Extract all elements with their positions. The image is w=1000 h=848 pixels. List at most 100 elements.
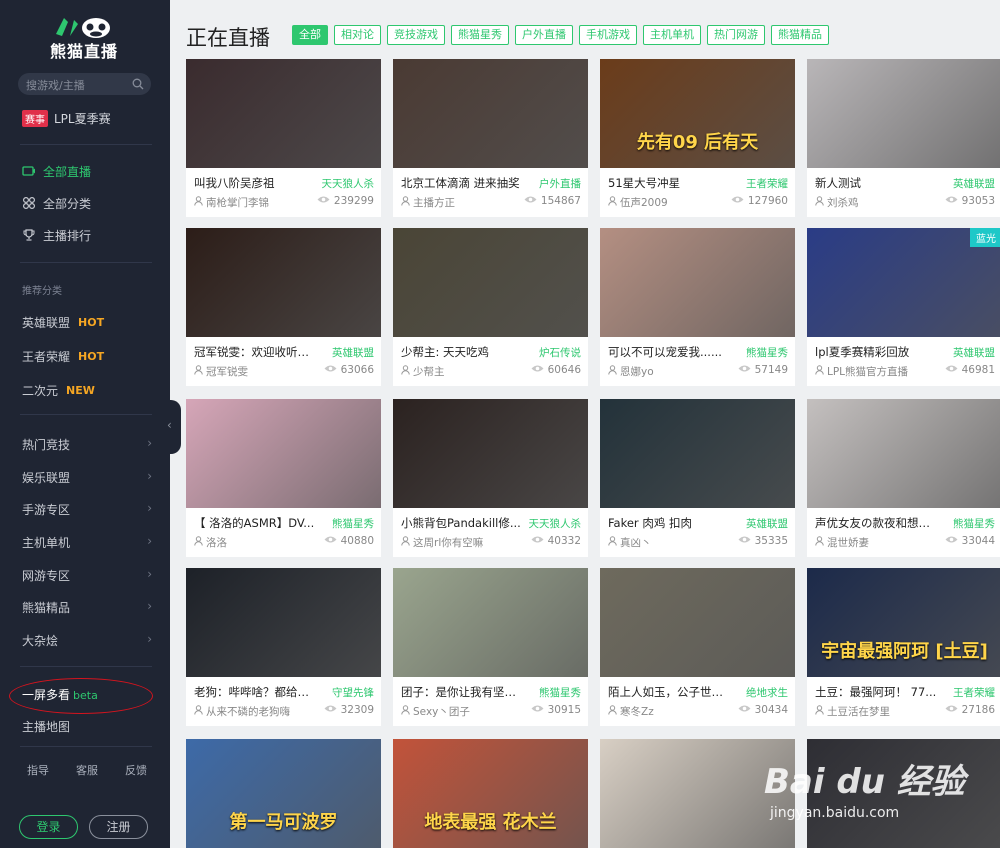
stream-card[interactable]: 宇宙最强阿珂 [土豆] 土豆：最强阿珂！ 77... 王者荣耀 土豆活在梦里 27186 <box>807 568 1000 726</box>
sidebar-collapse-toggle[interactable]: ‹ <box>163 400 181 454</box>
stream-category[interactable]: 绝地求生 <box>746 685 788 700</box>
stream-thumbnail[interactable] <box>600 399 795 508</box>
stream-card[interactable]: Faker 肉鸡 扣肉 英雄联盟 真凶丶 35335 <box>600 399 795 557</box>
stream-category[interactable]: 熊猫星秀 <box>746 345 788 360</box>
filter-tab[interactable]: 热门网游 <box>707 25 765 45</box>
category-item[interactable]: 娱乐联盟 › <box>22 469 152 487</box>
stream-title[interactable]: Faker 肉鸡 扣肉 <box>608 515 733 531</box>
search-icon[interactable] <box>132 78 144 90</box>
stream-category[interactable]: 户外直播 <box>539 176 581 191</box>
stream-card[interactable]: 叫我八阶吴彦祖 天天狼人杀 南枪掌门李锦 239299 <box>186 59 381 217</box>
stream-title[interactable]: 北京工体滴滴 进来抽奖 <box>401 175 526 191</box>
stream-card[interactable]: 先有09 后有天 51星大号冲星 王者荣耀 伍声2009 127960 <box>600 59 795 217</box>
stream-thumbnail[interactable] <box>186 228 381 337</box>
stream-thumbnail[interactable] <box>393 399 588 508</box>
stream-category[interactable]: 王者荣耀 <box>746 176 788 191</box>
stream-category[interactable]: 英雄联盟 <box>953 176 995 191</box>
stream-thumbnail[interactable]: 第一马可波罗 <box>186 739 381 848</box>
stream-title[interactable]: 【 洛洛的ASMR】DV... <box>194 515 319 531</box>
feedback-link[interactable]: 反馈 <box>125 762 147 778</box>
stream-title[interactable]: 少帮主: 天天吃鸡 <box>401 344 526 360</box>
nav-all-categories[interactable]: 全部分类 <box>22 193 91 213</box>
filter-tab[interactable]: 熊猫精品 <box>771 25 829 45</box>
stream-card[interactable]: 小熊背包Pandakill修... 天天狼人杀 这周rl你有空嘛 40332 <box>393 399 588 557</box>
stream-thumbnail[interactable] <box>393 568 588 677</box>
stream-thumbnail[interactable]: 蓝光 <box>807 228 1000 337</box>
category-item[interactable]: 手游专区 › <box>22 501 152 519</box>
stream-card[interactable]: 【 洛洛的ASMR】DV... 熊猫星秀 洛洛 40880 <box>186 399 381 557</box>
stream-title[interactable]: 51星大号冲星 <box>608 175 733 191</box>
stream-title[interactable]: 可以不可以宠爱我...... <box>608 344 733 360</box>
stream-title[interactable]: 新人测试 <box>815 175 940 191</box>
guide-link[interactable]: 指导 <box>27 762 49 778</box>
filter-tab[interactable]: 全部 <box>292 25 328 45</box>
stream-title[interactable]: 老狗：哔哔啥？都给我... <box>194 684 319 700</box>
category-item[interactable]: 熊猫精品 › <box>22 599 152 617</box>
rec-item-kog[interactable]: 王者荣耀 HOT <box>22 347 104 365</box>
stream-card[interactable]: 冠军锐雯：欢迎收听你... 英雄联盟 冠军锐雯 63066 <box>186 228 381 386</box>
stream-category[interactable]: 熊猫星秀 <box>953 516 995 531</box>
stream-thumbnail[interactable]: 先有09 后有天 <box>600 59 795 168</box>
stream-thumbnail[interactable]: 地表最强 花木兰 <box>393 739 588 848</box>
stream-thumbnail[interactable] <box>807 59 1000 168</box>
filter-tab[interactable]: 竞技游戏 <box>387 25 445 45</box>
stream-thumbnail[interactable] <box>186 399 381 508</box>
stream-card[interactable]: 陌上人如玉，公子世无... 绝地求生 寒冬Zz 30434 <box>600 568 795 726</box>
stream-category[interactable]: 天天狼人杀 <box>322 176 375 191</box>
stream-thumbnail[interactable] <box>393 59 588 168</box>
register-button[interactable]: 注册 <box>89 815 148 839</box>
stream-card[interactable]: 老狗：哔哔啥？都给我... 守望先锋 从来不磷的老狗嗨 32309 <box>186 568 381 726</box>
stream-category[interactable]: 英雄联盟 <box>746 516 788 531</box>
host-map-link[interactable]: 主播地图 <box>22 718 70 735</box>
stream-title[interactable]: 陌上人如玉，公子世无... <box>608 684 733 700</box>
stream-card[interactable]: 团子：是你让我有坚持... 熊猫星秀 Sexy丶团子 30915 <box>393 568 588 726</box>
stream-card[interactable]: 北京工体滴滴 进来抽奖 户外直播 主播方正 154867 <box>393 59 588 217</box>
stream-card[interactable]: 可以不可以宠爱我...... 熊猫星秀 恩娜yo 57149 <box>600 228 795 386</box>
stream-category[interactable]: 王者荣耀 <box>953 685 995 700</box>
rec-item-lol[interactable]: 英雄联盟 HOT <box>22 313 104 331</box>
category-item[interactable]: 主机单机 › <box>22 534 152 552</box>
filter-tab[interactable]: 户外直播 <box>515 25 573 45</box>
stream-category[interactable]: 守望先锋 <box>332 685 374 700</box>
filter-tab[interactable]: 主机单机 <box>643 25 701 45</box>
stream-title[interactable]: 团子：是你让我有坚持... <box>401 684 526 700</box>
stream-category[interactable]: 熊猫星秀 <box>539 685 581 700</box>
stream-title[interactable]: 土豆：最强阿珂！ 77... <box>815 684 940 700</box>
stream-card[interactable]: 蓝光 lpl夏季赛精彩回放 英雄联盟 LPL熊猫官方直播 46981 <box>807 228 1000 386</box>
category-item[interactable]: 大杂烩 › <box>22 632 152 650</box>
category-item[interactable]: 网游专区 › <box>22 567 152 585</box>
filter-tab[interactable]: 熊猫星秀 <box>451 25 509 45</box>
stream-thumbnail[interactable] <box>807 399 1000 508</box>
match-link[interactable]: 赛事 LPL夏季赛 <box>22 109 111 127</box>
stream-thumbnail[interactable] <box>600 568 795 677</box>
filter-tab[interactable]: 手机游戏 <box>579 25 637 45</box>
login-button[interactable]: 登录 <box>19 815 78 839</box>
category-item[interactable]: 热门竞技 › <box>22 436 152 454</box>
filter-tab[interactable]: 相对论 <box>334 25 381 45</box>
stream-category[interactable]: 炉石传说 <box>539 345 581 360</box>
logo[interactable]: 熊猫直播 <box>50 14 120 61</box>
stream-title[interactable]: 声优女友の款夜和想你... <box>815 515 940 531</box>
stream-thumbnail[interactable]: 宇宙最强阿珂 [土豆] <box>807 568 1000 677</box>
stream-title[interactable]: 冠军锐雯：欢迎收听你... <box>194 344 319 360</box>
stream-category[interactable]: 天天狼人杀 <box>529 516 582 531</box>
stream-thumbnail[interactable] <box>393 228 588 337</box>
stream-category[interactable]: 英雄联盟 <box>953 345 995 360</box>
search-input[interactable]: 搜游戏/主播 <box>18 73 151 95</box>
stream-title[interactable]: lpl夏季赛精彩回放 <box>815 344 940 360</box>
stream-thumbnail[interactable] <box>600 228 795 337</box>
stream-card[interactable]: 新人测试 英雄联盟 刘杀鸡 93053 <box>807 59 1000 217</box>
stream-card[interactable]: 第一马可波罗 <box>186 739 381 848</box>
stream-card[interactable]: 少帮主: 天天吃鸡 炉石传说 少帮主 60646 <box>393 228 588 386</box>
stream-card[interactable]: 声优女友の款夜和想你... 熊猫星秀 混世娇妻 33044 <box>807 399 1000 557</box>
stream-title[interactable]: 叫我八阶吴彦祖 <box>194 175 319 191</box>
stream-thumbnail[interactable] <box>186 59 381 168</box>
support-link[interactable]: 客服 <box>76 762 98 778</box>
rec-item-acg[interactable]: 二次元 NEW <box>22 381 95 399</box>
stream-title[interactable]: 小熊背包Pandakill修... <box>401 515 526 531</box>
stream-category[interactable]: 英雄联盟 <box>332 345 374 360</box>
stream-thumbnail[interactable] <box>186 568 381 677</box>
nav-rankings[interactable]: 主播排行 <box>22 225 91 245</box>
stream-category[interactable]: 熊猫星秀 <box>332 516 374 531</box>
stream-card[interactable]: 地表最强 花木兰 <box>393 739 588 848</box>
